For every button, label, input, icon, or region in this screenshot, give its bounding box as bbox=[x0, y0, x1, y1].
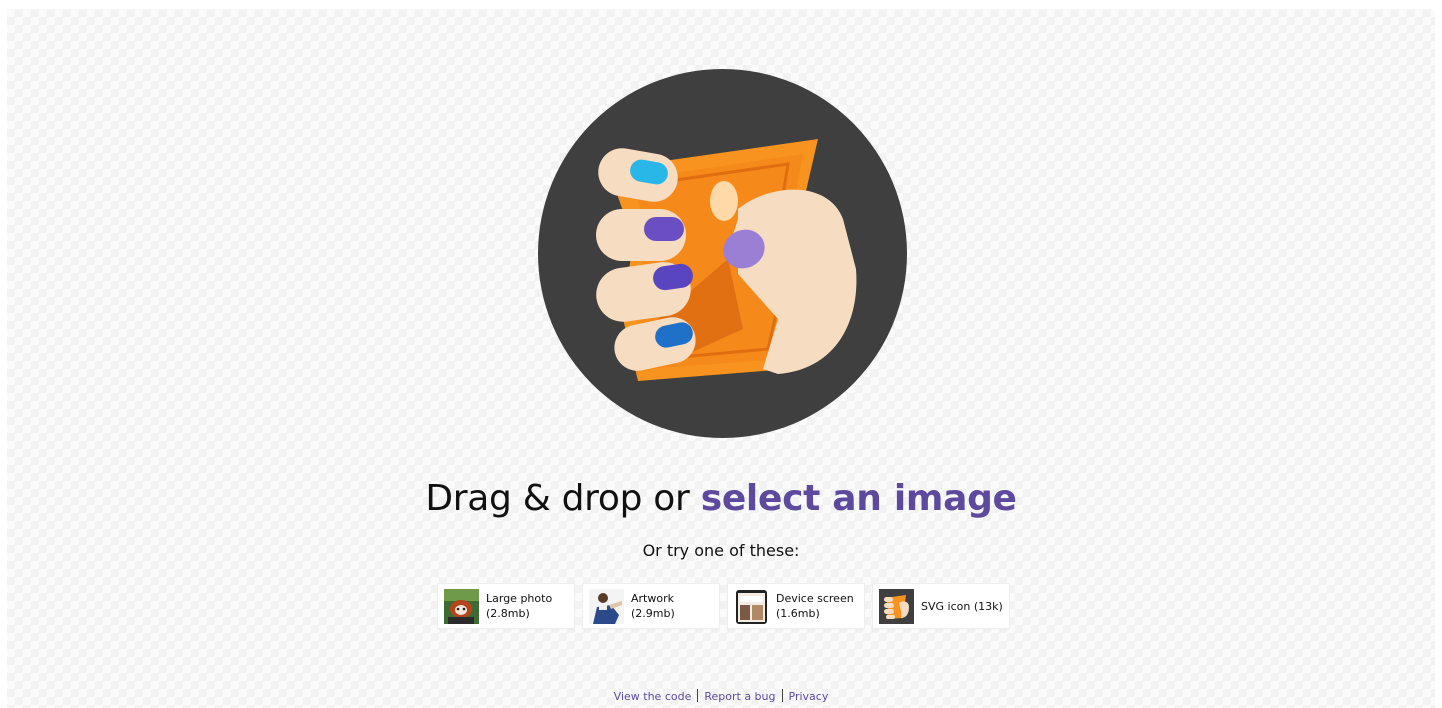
sample-label: SVG icon (13k) bbox=[921, 599, 1003, 614]
sample-svg-icon[interactable]: SVG icon (13k) bbox=[872, 583, 1010, 629]
drop-zone-headline: Drag & drop or select an image bbox=[0, 475, 1442, 523]
sample-size: (2.8mb) bbox=[486, 607, 530, 620]
sample-device-screen[interactable]: Device screen (1.6mb) bbox=[727, 583, 865, 629]
footer-links: View the code Report a bug Privacy bbox=[0, 689, 1442, 705]
footer-divider bbox=[697, 689, 699, 702]
report-bug-link[interactable]: Report a bug bbox=[704, 690, 775, 703]
privacy-link[interactable]: Privacy bbox=[789, 690, 829, 703]
sample-name: SVG icon (13k) bbox=[921, 599, 1003, 613]
select-image-link[interactable]: select an image bbox=[701, 478, 1017, 519]
sample-label: Artwork (2.9mb) bbox=[631, 591, 675, 621]
sample-large-photo[interactable]: Large photo (2.8mb) bbox=[437, 583, 575, 629]
headline-prefix: Drag & drop or bbox=[425, 478, 690, 519]
sample-size: (2.9mb) bbox=[631, 607, 675, 620]
sample-name: Artwork bbox=[631, 592, 674, 605]
sample-label: Device screen (1.6mb) bbox=[776, 591, 854, 621]
sample-size: (1.6mb) bbox=[776, 607, 820, 620]
squoosh-logo-icon bbox=[879, 588, 914, 624]
sample-prompt: Or try one of these: bbox=[642, 541, 800, 560]
sample-name: Device screen bbox=[776, 592, 854, 605]
sample-artwork[interactable]: Artwork (2.9mb) bbox=[582, 583, 720, 629]
sample-images: Large photo (2.8mb) Artwork (2.9mb) Devi… bbox=[437, 583, 1010, 629]
red-panda-photo-icon bbox=[444, 588, 479, 624]
sample-label: Large photo (2.8mb) bbox=[486, 591, 552, 621]
footer-divider bbox=[781, 689, 783, 702]
device-screenshot-icon bbox=[734, 588, 769, 624]
view-code-link[interactable]: View the code bbox=[614, 690, 692, 703]
squoosh-logo bbox=[538, 69, 907, 438]
sample-name: Large photo bbox=[486, 592, 553, 605]
artwork-figure-icon bbox=[589, 588, 624, 624]
